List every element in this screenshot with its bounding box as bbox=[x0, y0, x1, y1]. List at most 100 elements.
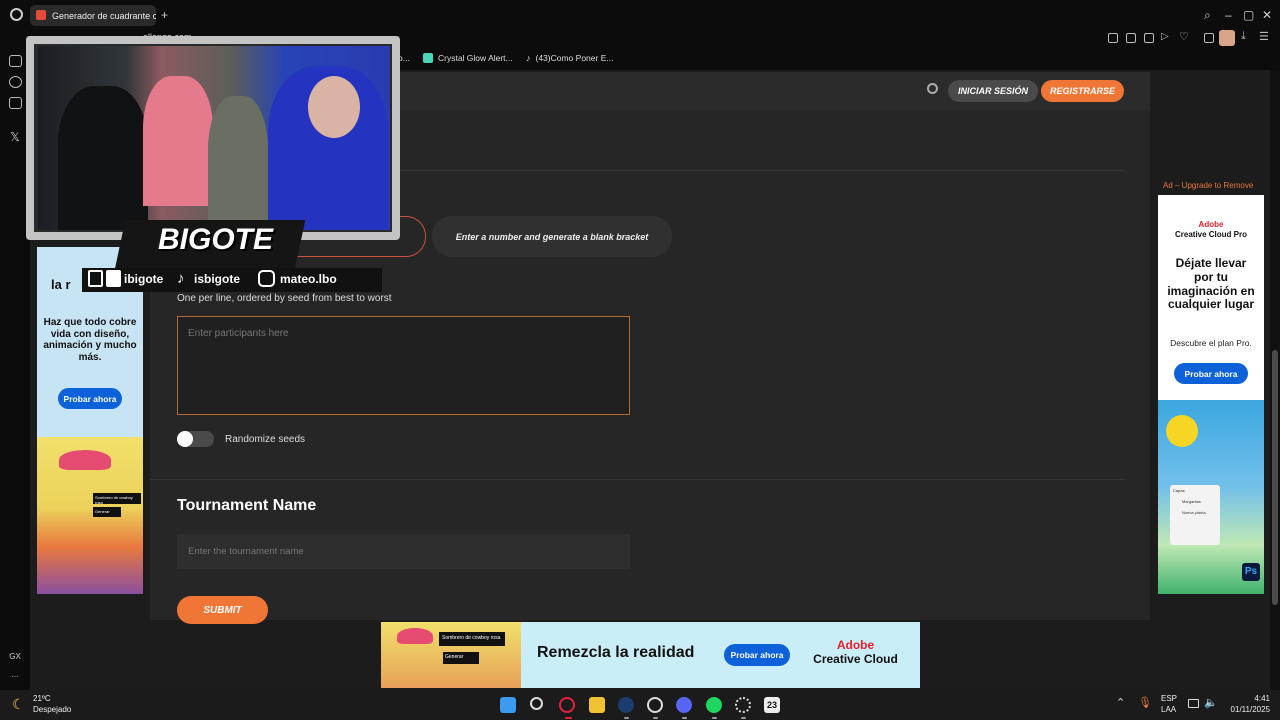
spotify-icon[interactable] bbox=[706, 697, 722, 713]
overlay-socials: ibigote ♪ isbigote mateo.lbo bbox=[82, 268, 382, 292]
tab-favicon-icon bbox=[36, 10, 46, 20]
clock-date[interactable]: 01/11/2025 bbox=[1220, 705, 1270, 714]
running-indicator bbox=[653, 717, 658, 719]
ad-bottom-brand-1: Adobe bbox=[836, 638, 875, 652]
login-button[interactable]: INICIAR SESIÓN bbox=[948, 80, 1038, 102]
calendar-app-icon[interactable]: 23 bbox=[764, 697, 780, 713]
shield-icon[interactable] bbox=[1144, 33, 1154, 43]
tournament-title: Tournament Name bbox=[177, 497, 317, 514]
blank-bracket-button[interactable]: Enter a number and generate a blank brac… bbox=[432, 216, 672, 257]
register-button[interactable]: REGISTRARSE bbox=[1041, 80, 1124, 102]
messenger-icon[interactable] bbox=[9, 55, 22, 67]
weather-moon-icon: ☾ bbox=[12, 696, 25, 712]
flower-shape bbox=[1166, 415, 1198, 447]
opera-logo-icon[interactable] bbox=[10, 8, 23, 21]
file-explorer-icon[interactable] bbox=[589, 697, 605, 713]
weather-temperature[interactable]: 21ºC bbox=[33, 694, 51, 703]
running-indicator bbox=[682, 717, 687, 719]
opera-gx-icon[interactable] bbox=[559, 697, 575, 713]
volume-icon[interactable]: 🔈 bbox=[1204, 696, 1218, 709]
panel-item: Nueva planta bbox=[1182, 510, 1206, 515]
extensions-icon[interactable] bbox=[1204, 33, 1214, 43]
tab-bar bbox=[0, 0, 1280, 30]
scrollbar-thumb[interactable] bbox=[1272, 350, 1278, 605]
ad-left-cta[interactable]: Probar ahora bbox=[58, 388, 122, 409]
ad-upgrade-note[interactable]: Ad – Upgrade to Remove bbox=[1163, 181, 1253, 190]
hat-shape bbox=[397, 628, 433, 644]
taskbar: ☾ 21ºC Despejado 23 ⌃ 🎙 ESP LAA 🔈 4:41 0… bbox=[0, 690, 1280, 720]
steam-icon[interactable] bbox=[618, 697, 634, 713]
network-icon[interactable] bbox=[1188, 699, 1199, 708]
tab-active[interactable]: Generador de cuadrante c bbox=[30, 5, 156, 26]
ad-right[interactable]: Adobe Creative Cloud Pro Déjate llevar p… bbox=[1158, 195, 1264, 594]
panel-item: Capas bbox=[1173, 488, 1185, 493]
running-indicator bbox=[712, 717, 717, 719]
ad-left-headline: la r bbox=[51, 277, 71, 292]
show-hidden-icons-chevron-icon[interactable]: ⌃ bbox=[1116, 696, 1125, 709]
gx-label[interactable]: GX bbox=[0, 652, 30, 661]
minimize-button[interactable]: – bbox=[1225, 8, 1232, 22]
player-icon[interactable] bbox=[9, 97, 22, 109]
ad-right-panel: Capas Margaritas Nueva planta bbox=[1170, 485, 1220, 545]
social-handle: isbigote bbox=[194, 272, 241, 286]
pin-icon[interactable] bbox=[1108, 33, 1118, 43]
tiktok-icon: ♪ bbox=[177, 270, 185, 287]
settings-gear-icon[interactable] bbox=[735, 697, 751, 713]
tournament-name-input[interactable] bbox=[177, 534, 630, 569]
panel-item: Margaritas bbox=[1182, 499, 1201, 504]
ad-bottom-brand-2: Creative Cloud bbox=[813, 652, 898, 666]
clock-time[interactable]: 4:41 bbox=[1230, 694, 1270, 703]
twitch-icon bbox=[88, 270, 103, 287]
ad-left-mini-button: Generar bbox=[93, 507, 121, 517]
more-icon[interactable]: ... bbox=[0, 670, 30, 679]
running-indicator bbox=[565, 717, 572, 719]
ad-bottom-mini-button: Generar bbox=[443, 652, 479, 664]
language-indicator[interactable]: ESP bbox=[1161, 694, 1177, 703]
participants-textarea[interactable] bbox=[177, 316, 630, 415]
discord-icon[interactable] bbox=[676, 697, 692, 713]
obs-icon[interactable] bbox=[647, 697, 663, 713]
ad-right-brand-1: Adobe bbox=[1198, 220, 1224, 229]
participants-hint: One per line, ordered by seed from best … bbox=[177, 293, 392, 304]
weather-description[interactable]: Despejado bbox=[33, 705, 71, 714]
windows-start-icon[interactable] bbox=[500, 697, 516, 713]
kick-icon bbox=[106, 270, 121, 287]
ad-right-cta[interactable]: Probar ahora bbox=[1174, 363, 1248, 384]
download-icon[interactable]: ⤓ bbox=[1241, 30, 1246, 43]
submit-button[interactable]: SUBMIT bbox=[177, 596, 268, 624]
ad-right-headline: Déjate llevar por tu imaginación en cual… bbox=[1167, 256, 1255, 312]
taskbar-search-icon[interactable] bbox=[530, 697, 543, 710]
search-tabs-icon[interactable]: ⌕ bbox=[1204, 8, 1211, 23]
ad-right-sub: Descubre el plan Pro. bbox=[1170, 338, 1252, 348]
tiktok-icon: ♪ bbox=[526, 53, 531, 63]
webcam-frame bbox=[26, 36, 400, 240]
ad-bottom-headline: Remezcla la realidad bbox=[537, 644, 695, 661]
heart-icon[interactable]: ♡ bbox=[1179, 30, 1189, 43]
bookmark-crystal-glow[interactable]: Crystal Glow Alert... bbox=[423, 53, 513, 63]
new-tab-button[interactable]: + bbox=[161, 8, 168, 22]
ad-left[interactable]: la r Haz que todo cobre vida con diseño,… bbox=[37, 247, 143, 594]
profile-avatar[interactable] bbox=[1219, 30, 1235, 46]
snapshot-icon[interactable] bbox=[1126, 33, 1136, 43]
instagram-icon bbox=[258, 270, 275, 287]
social-handle: mateo.lbo bbox=[280, 272, 337, 286]
overlay-name: BIGOTE bbox=[158, 223, 274, 256]
maximize-button[interactable]: ▢ bbox=[1243, 8, 1254, 22]
randomize-toggle-knob[interactable] bbox=[177, 431, 193, 447]
ad-left-mini-card: Sombrero de cowboy rosa bbox=[93, 493, 141, 505]
close-window-button[interactable]: ✕ bbox=[1262, 8, 1272, 22]
microphone-icon[interactable]: 🎙 bbox=[1138, 696, 1152, 709]
play-icon[interactable]: ▷ bbox=[1161, 31, 1169, 42]
site-search-icon[interactable] bbox=[927, 83, 938, 94]
menu-icon[interactable]: ☰ bbox=[1259, 30, 1269, 43]
bookmark-tiktok[interactable]: ♪ (43)Como Poner E... bbox=[526, 53, 613, 63]
ad-bottom-cta[interactable]: Probar ahora bbox=[724, 644, 790, 666]
divider bbox=[150, 479, 1125, 480]
region-indicator[interactable]: LAA bbox=[1161, 705, 1176, 714]
ad-bottom-mini-card: Sombrero de cowboy rosa bbox=[439, 632, 505, 646]
refresh-icon[interactable] bbox=[9, 76, 22, 88]
ad-bottom[interactable]: Sombrero de cowboy rosa Generar Remezcla… bbox=[381, 622, 920, 688]
photoshop-badge: Ps bbox=[1242, 563, 1260, 581]
bookmark-favicon-icon bbox=[423, 53, 433, 63]
hat-shape bbox=[59, 450, 111, 470]
